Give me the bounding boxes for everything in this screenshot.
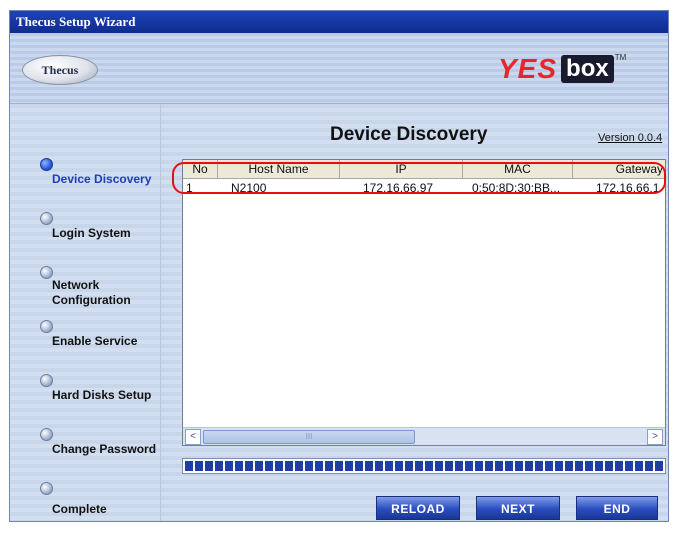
step-bullet-icon: [40, 428, 53, 441]
trademark: TM: [614, 53, 627, 62]
wizard-steps-sidebar: Device Discovery Login System Network Co…: [10, 104, 161, 521]
step-label: Complete: [52, 502, 107, 516]
version-link[interactable]: Version 0.0.4: [598, 132, 662, 144]
box-logo-text: box: [561, 55, 614, 83]
selected-row-highlight: [172, 162, 666, 194]
step-label: Enable Service: [52, 334, 138, 348]
discovery-progress-bar: [182, 458, 666, 474]
yes-box-logo: YES box TM: [498, 53, 626, 85]
progress-fill: [185, 461, 663, 471]
step-bullet-icon: [40, 158, 53, 171]
page-title: Device Discovery: [330, 124, 488, 145]
end-button[interactable]: END: [576, 496, 658, 520]
window-title: Thecus Setup Wizard: [10, 11, 668, 33]
scroll-left-icon[interactable]: <: [185, 429, 201, 445]
step-label: Network Configuration: [52, 278, 131, 307]
device-table: No Host Name IP MAC Gateway 1 N2100 172.…: [182, 159, 666, 446]
step-bullet-icon: [40, 482, 53, 495]
step-label: Login System: [52, 226, 131, 240]
next-button[interactable]: NEXT: [476, 496, 560, 520]
scroll-right-icon[interactable]: >: [647, 429, 663, 445]
reload-button[interactable]: RELOAD: [376, 496, 460, 520]
step-bullet-icon: [40, 374, 53, 387]
thecus-logo: Thecus: [22, 55, 98, 85]
step-label: Device Discovery: [52, 172, 152, 186]
banner: Thecus YES box TM: [10, 33, 668, 104]
setup-wizard-window: Thecus Setup Wizard Thecus YES box TM Devi…: [9, 10, 669, 522]
step-bullet-icon: [40, 320, 53, 333]
step-label: Hard Disks Setup: [52, 388, 152, 402]
yes-logo-text: YES: [498, 53, 558, 84]
step-bullet-icon: [40, 212, 53, 225]
scrollbar-thumb[interactable]: III: [203, 430, 415, 444]
step-label: Change Password: [52, 442, 157, 456]
horizontal-scrollbar[interactable]: < III >: [183, 427, 665, 445]
